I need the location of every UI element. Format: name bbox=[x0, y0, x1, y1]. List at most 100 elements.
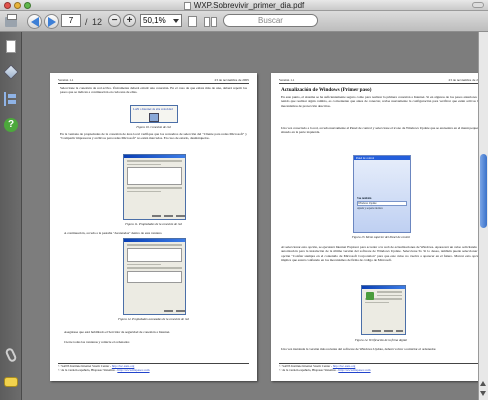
dialog-titlebar bbox=[362, 286, 405, 289]
figure-caption: Figura 12. Propiedades avanzadas de la c… bbox=[118, 317, 189, 321]
chevron-down-icon bbox=[173, 18, 179, 23]
panel-spacer bbox=[354, 160, 410, 196]
dialog-button bbox=[152, 214, 161, 217]
pdf-page-right: Versión 1.1 23 de noviembre de 2005 Actu… bbox=[271, 73, 488, 381]
window-title-text: WXP.Sobrevivir_primer_dia.pdf bbox=[193, 1, 305, 10]
zoom-window-button[interactable] bbox=[24, 2, 31, 9]
facing-page-right-icon bbox=[211, 16, 217, 27]
header-version: Versión 1.1 bbox=[279, 78, 295, 82]
dialog-button bbox=[372, 329, 381, 332]
dialog-button bbox=[176, 309, 185, 312]
figure-caption: Figura 10. Conexión de red bbox=[136, 125, 171, 129]
printer-icon bbox=[5, 13, 17, 27]
dialog-panel bbox=[127, 270, 182, 283]
dialog-line bbox=[377, 294, 402, 296]
page-footer: © de la versión española, Hispasec Siste… bbox=[279, 368, 483, 372]
document-area[interactable]: Versión 1.1 23 de noviembre de 2005 Sele… bbox=[22, 32, 488, 400]
paperclip-icon[interactable] bbox=[4, 346, 18, 364]
window-controls bbox=[4, 2, 31, 9]
print-button[interactable] bbox=[5, 13, 17, 29]
dialog-list bbox=[127, 167, 182, 185]
dialog-line bbox=[127, 263, 161, 265]
page-header: Versión 1.1 23 de noviembre de 2005 bbox=[279, 78, 483, 82]
facing-pages-button[interactable] bbox=[204, 14, 217, 29]
dialog-line bbox=[127, 190, 161, 192]
page-number-input[interactable]: 7 bbox=[61, 14, 81, 27]
vertical-scrollbar[interactable] bbox=[478, 32, 488, 400]
paragraph: Una vez instalada la versión más recient… bbox=[281, 347, 437, 351]
dialog-button bbox=[164, 214, 173, 217]
toolbar: 7 / 12 − + 50,1% Buscar bbox=[0, 11, 488, 32]
footer-link[interactable]: http://www.hispasec.com bbox=[117, 368, 149, 372]
paragraph: Al seleccionar esta opción, se ejecutará… bbox=[281, 245, 481, 263]
arrow-left-icon bbox=[30, 16, 39, 27]
close-window-button[interactable] bbox=[4, 2, 11, 9]
dialog-line bbox=[365, 301, 389, 303]
zoom-out-button[interactable]: − bbox=[108, 14, 121, 27]
connection-label: LAN o Internet de alta velocidad bbox=[133, 107, 173, 111]
control-panel-screenshot: Panel de control Vea también Windows Upd… bbox=[353, 155, 411, 233]
dialog-line bbox=[127, 160, 182, 162]
window-titlebar: WXP.Sobrevivir_primer_dia.pdf bbox=[0, 0, 488, 11]
header-rule bbox=[58, 83, 249, 84]
dialog-titlebar bbox=[124, 155, 185, 158]
dialog-button bbox=[396, 329, 403, 332]
scrollbar-thumb[interactable] bbox=[480, 154, 487, 228]
pdf-page-left: Versión 1.1 23 de noviembre de 2005 Sele… bbox=[50, 73, 257, 381]
scroll-up-arrow-icon[interactable] bbox=[480, 381, 486, 386]
page-header: Versión 1.1 23 de noviembre de 2005 bbox=[58, 78, 249, 82]
single-page-icon bbox=[188, 16, 197, 27]
dialog-panel bbox=[127, 247, 182, 262]
dialog-line bbox=[127, 244, 182, 246]
footer-text: © de la versión española, Hispasec Siste… bbox=[58, 368, 118, 372]
toolbar-toggle-button[interactable] bbox=[472, 2, 484, 8]
page-footer: © de la versión española, Hispasec Siste… bbox=[58, 368, 249, 372]
dialog-button bbox=[164, 309, 173, 312]
arrow-right-icon bbox=[47, 16, 56, 27]
figure-caption: Figura 11. Propiedades de la conexión de… bbox=[125, 222, 182, 226]
zoom-value: 50,1% bbox=[143, 16, 166, 25]
figure-caption: Figura 14. Verificación de la firma digi… bbox=[354, 338, 408, 342]
header-rule bbox=[279, 83, 483, 84]
header-version: Versión 1.1 bbox=[58, 78, 74, 82]
paragraph: Cierre todas las ventanas y reinicie el … bbox=[64, 340, 130, 344]
network-icon bbox=[149, 113, 159, 122]
dialog-line bbox=[127, 187, 182, 189]
paragraph: En la ventana de propiedades de la conex… bbox=[60, 132, 247, 141]
outline-tree-icon[interactable] bbox=[4, 92, 18, 106]
view-mode-button[interactable] bbox=[188, 14, 197, 29]
footer-text: © de la versión española, Hispasec Siste… bbox=[279, 368, 339, 372]
layers-icon[interactable] bbox=[3, 64, 19, 80]
paragraph: En este punto, el sistema se ha suficien… bbox=[281, 95, 481, 108]
zoom-select[interactable]: 50,1% bbox=[140, 14, 182, 27]
panel-item: Ayuda y soporte técnico bbox=[357, 207, 383, 210]
connection-properties-screenshot bbox=[123, 154, 186, 220]
scroll-arrows bbox=[479, 378, 488, 400]
page-total: 12 bbox=[92, 16, 103, 27]
paragraph: Asegúrese que está habilitado el Servido… bbox=[64, 330, 171, 334]
network-connection-screenshot: LAN o Internet de alta velocidad bbox=[130, 105, 178, 123]
panel-item-selected: Windows Update bbox=[357, 201, 407, 206]
paragraph: A continuación, acceda a la pestaña "Ava… bbox=[64, 231, 162, 235]
minimize-window-button[interactable] bbox=[14, 2, 21, 9]
help-icon[interactable]: ? bbox=[4, 118, 18, 132]
zoom-in-button[interactable]: + bbox=[123, 14, 136, 27]
page-view-icon[interactable] bbox=[6, 40, 16, 53]
figure-caption: Figura 13. Menú superior del Panel de co… bbox=[351, 235, 411, 239]
sidebar: ? bbox=[0, 32, 22, 400]
dialog-button bbox=[384, 329, 393, 332]
comment-icon[interactable] bbox=[4, 377, 18, 387]
facing-page-left-icon bbox=[204, 16, 210, 27]
paragraph: Seleccione la conexión de red activa. Ún… bbox=[60, 86, 247, 95]
header-date: 23 de noviembre de 2005 bbox=[214, 78, 249, 82]
scroll-down-arrow-icon[interactable] bbox=[480, 391, 486, 396]
advanced-properties-screenshot bbox=[123, 238, 186, 315]
dialog-line bbox=[377, 291, 402, 293]
footer-link[interactable]: http://www.hispasec.com bbox=[338, 368, 370, 372]
window-title: WXP.Sobrevivir_primer_dia.pdf bbox=[183, 0, 305, 11]
previous-page-button[interactable] bbox=[27, 14, 42, 29]
search-field[interactable]: Buscar bbox=[223, 14, 318, 27]
pdf-document-icon bbox=[183, 1, 191, 10]
next-page-button[interactable] bbox=[44, 14, 59, 29]
dialog-titlebar bbox=[124, 239, 185, 242]
